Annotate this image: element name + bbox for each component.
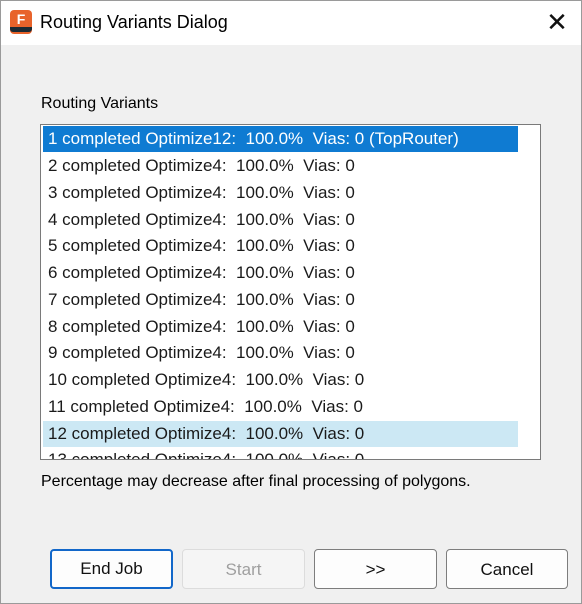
routing-variants-list[interactable]: 1 completed Optimize12: 100.0% Vias: 0 (… (40, 124, 541, 460)
app-icon: F (10, 10, 32, 34)
list-item[interactable]: 12 completed Optimize4: 100.0% Vias: 0 (43, 421, 518, 447)
list-item[interactable]: 5 completed Optimize4: 100.0% Vias: 0 (43, 233, 518, 259)
list-item[interactable]: 4 completed Optimize4: 100.0% Vias: 0 (43, 207, 518, 233)
list-item[interactable]: 9 completed Optimize4: 100.0% Vias: 0 (43, 340, 518, 366)
list-item[interactable]: 1 completed Optimize12: 100.0% Vias: 0 (… (43, 126, 518, 152)
next-button[interactable]: >> (314, 549, 437, 589)
list-item[interactable]: 2 completed Optimize4: 100.0% Vias: 0 (43, 153, 518, 179)
list-item[interactable]: 11 completed Optimize4: 100.0% Vias: 0 (43, 394, 518, 420)
app-icon-band (10, 27, 32, 32)
list-item[interactable]: 6 completed Optimize4: 100.0% Vias: 0 (43, 260, 518, 286)
list-item[interactable]: 10 completed Optimize4: 100.0% Vias: 0 (43, 367, 518, 393)
close-icon[interactable]: ✕ (541, 7, 573, 37)
window-title: Routing Variants Dialog (40, 12, 228, 32)
routing-variants-label: Routing Variants (41, 95, 159, 112)
list-item[interactable]: 8 completed Optimize4: 100.0% Vias: 0 (43, 314, 518, 340)
cancel-button[interactable]: Cancel (446, 549, 568, 589)
app-icon-letter: F (16, 11, 26, 27)
percentage-note: Percentage may decrease after final proc… (41, 473, 471, 490)
routing-variants-dialog: F Routing Variants Dialog ✕ Routing Vari… (0, 0, 582, 604)
end-job-button[interactable]: End Job (50, 549, 173, 589)
start-button[interactable]: Start (182, 549, 305, 589)
list-item[interactable]: 3 completed Optimize4: 100.0% Vias: 0 (43, 180, 518, 206)
list-item[interactable]: 7 completed Optimize4: 100.0% Vias: 0 (43, 287, 518, 313)
list-item[interactable]: 13 completed Optimize4: 100.0% Vias: 0 (43, 447, 518, 459)
title-bar[interactable]: F Routing Variants Dialog ✕ (1, 1, 581, 45)
